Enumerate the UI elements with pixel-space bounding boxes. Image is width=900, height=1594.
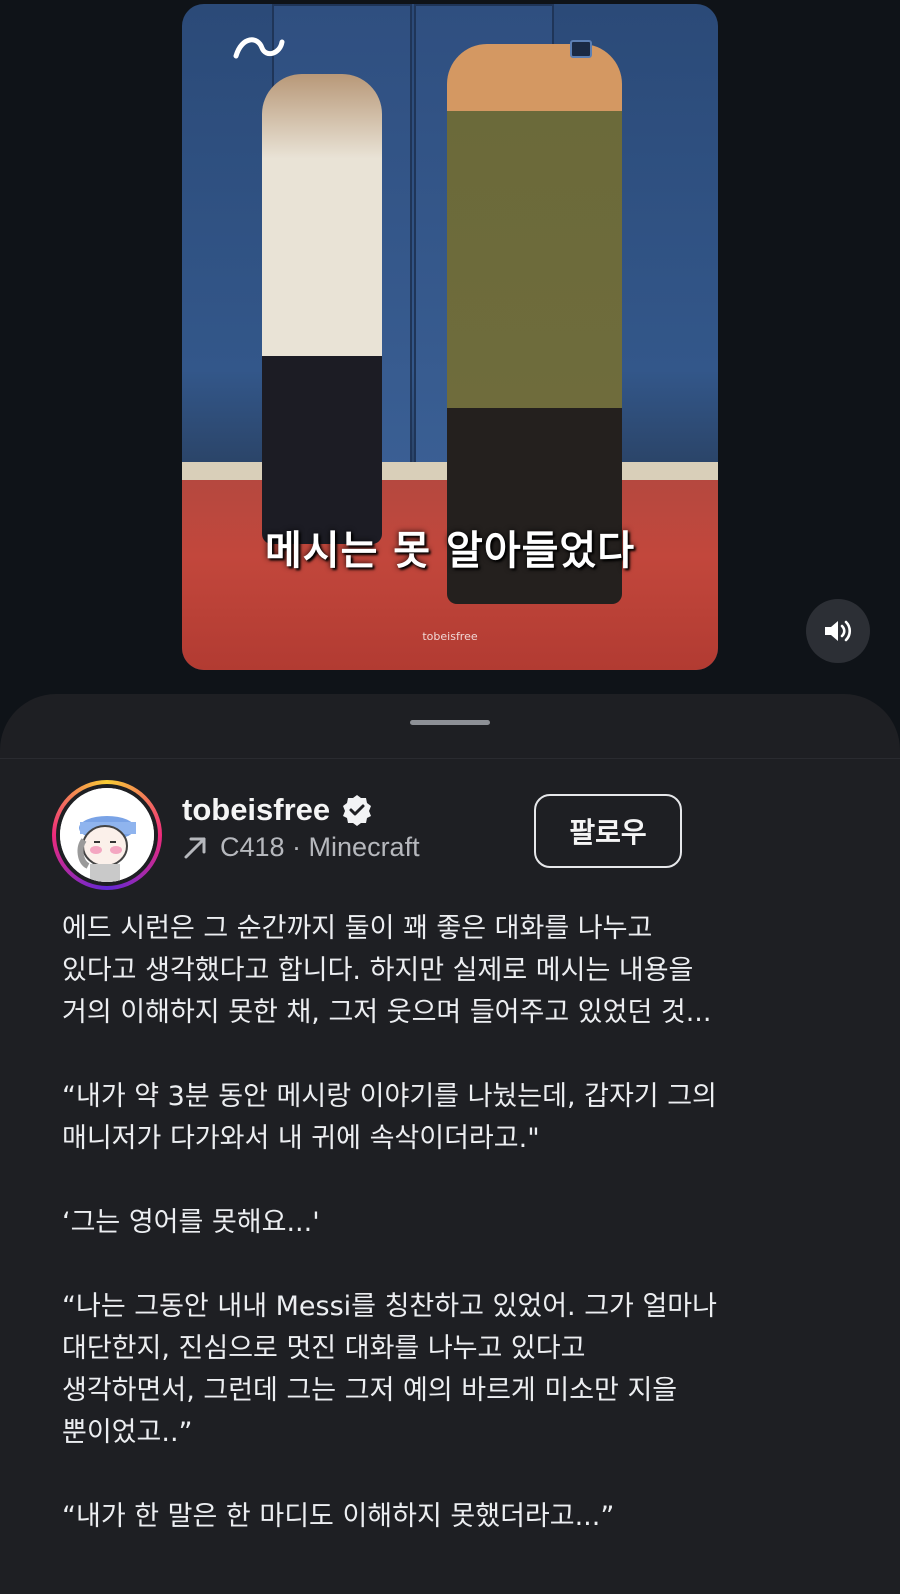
comments-sheet: tobeisfree C418 · Minecraft 팔로우 에드 시런은 그… [0, 694, 900, 1594]
elevator-indicator [570, 40, 592, 58]
caption-line: 매니저가 다가와서 내 귀에 속삭이더라고." [62, 1123, 540, 1154]
media-logo-icon [232, 32, 285, 59]
caption-line: “내가 한 말은 한 마디도 이해하지 못했더라고...” [62, 1501, 615, 1532]
follow-button[interactable]: 팔로우 [534, 794, 682, 868]
sheet-drag-handle[interactable] [410, 720, 490, 725]
sheet-divider [0, 758, 900, 759]
author-avatar[interactable] [52, 780, 162, 890]
caption-line: 있다고 생각했다고 합니다. 하지만 실제로 메시는 내용을 [62, 955, 694, 986]
audio-track-label: C418 · Minecraft [220, 832, 420, 862]
caption-line: 대단한지, 진심으로 멋진 대화를 나누고 있다고 [62, 1333, 586, 1364]
arrow-up-right-icon [184, 837, 206, 858]
caption-line: ‘그는 영어를 못해요...' [62, 1207, 320, 1238]
media-area: 메시는 못 알아들었다 tobeisfree [0, 0, 900, 700]
author-username-row[interactable]: tobeisfree [182, 792, 374, 828]
caption-line: “나는 그동안 내내 Messi를 칭찬하고 있었어. 그가 얼마나 [62, 1291, 717, 1322]
caption-line: 에드 시런은 그 순간까지 둘이 꽤 좋은 대화를 나누고 [62, 913, 653, 944]
caption-line: 생각하면서, 그런데 그는 그저 예의 바르게 미소만 지을 [62, 1375, 678, 1406]
author-username[interactable]: tobeisfree [182, 792, 330, 828]
avatar-illustration [60, 788, 154, 882]
caption-line: “내가 약 3분 동안 메시랑 이야기를 나눴는데, 갑자기 그의 [62, 1081, 717, 1112]
verified-badge-icon [343, 795, 372, 826]
caption-line: 거의 이해하지 못한 채, 그저 웃으며 들어주고 있었던 것... [62, 997, 712, 1028]
post-caption: 에드 시런은 그 순간까지 둘이 꽤 좋은 대화를 나누고 있다고 생각했다고 … [62, 908, 862, 1538]
audio-track-link[interactable]: C418 · Minecraft [182, 832, 420, 863]
photo-person-left [262, 74, 382, 544]
caption-line: 뿐이었고..” [62, 1417, 193, 1448]
media-overlay-caption: 메시는 못 알아들었다 [264, 528, 636, 574]
volume-button[interactable] [806, 599, 870, 663]
volume-icon [825, 620, 852, 642]
post-media-image[interactable]: 메시는 못 알아들었다 tobeisfree [182, 4, 718, 670]
media-watermark: tobeisfree [422, 630, 478, 643]
